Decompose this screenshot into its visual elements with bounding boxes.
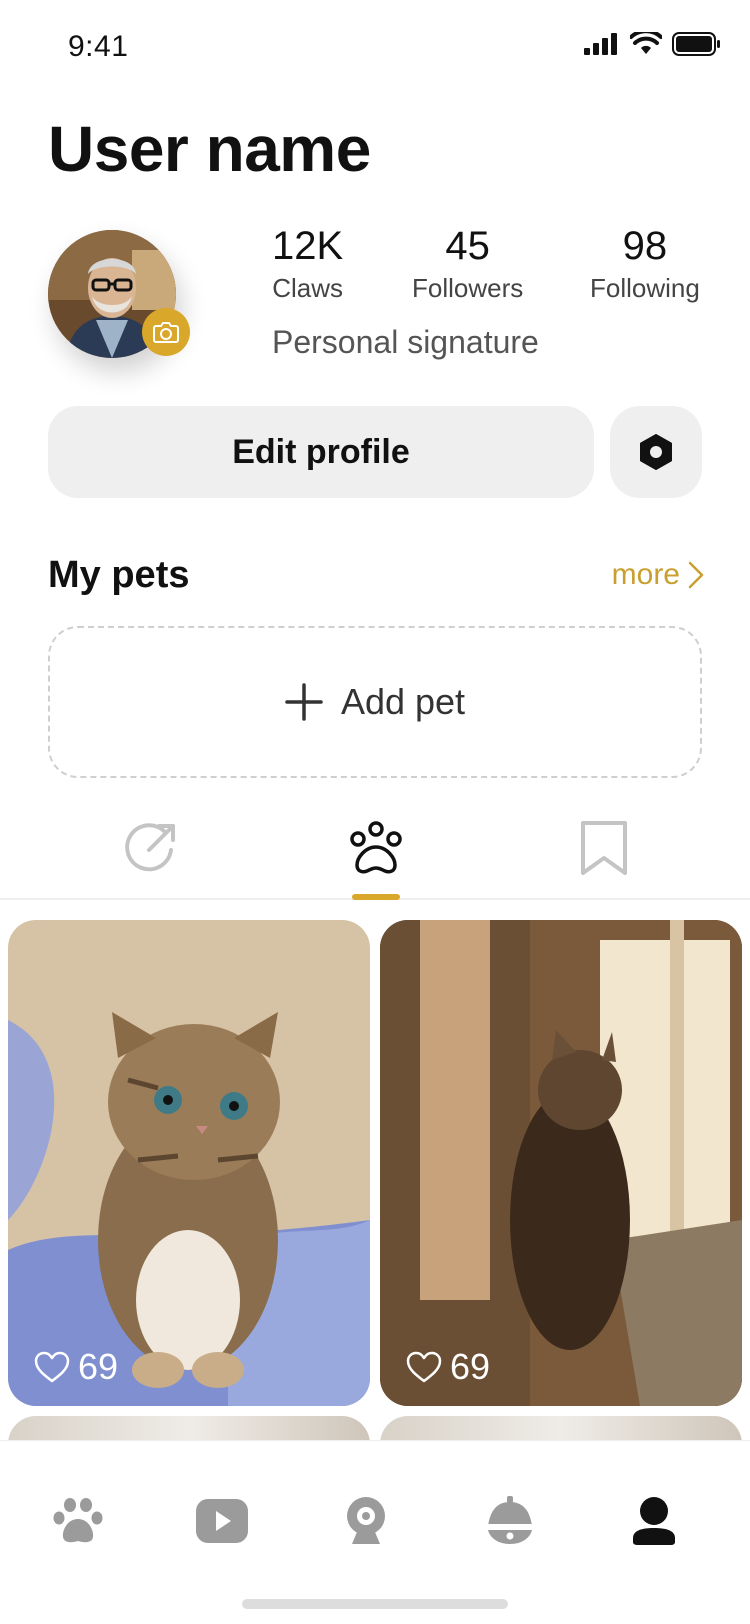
status-bar: 9:41	[0, 0, 750, 96]
signal-icon	[584, 33, 617, 55]
add-pet-label: Add pet	[340, 681, 466, 722]
nav-profile[interactable]	[624, 1491, 684, 1551]
like-count[interactable]: 69	[406, 1346, 490, 1388]
stat-label: Followers	[412, 273, 524, 303]
battery-icon	[672, 32, 720, 56]
home-indicator	[242, 1599, 508, 1609]
post-card-partial[interactable]	[8, 1416, 370, 1440]
like-count-value: 69	[78, 1346, 119, 1387]
tab-saved[interactable]	[564, 820, 644, 900]
tab-shared[interactable]	[112, 820, 192, 900]
stat-label: Claws	[272, 273, 343, 303]
posts-feed: 69 69	[0, 920, 750, 1440]
stat-value: 12K	[272, 224, 344, 268]
bell-icon	[486, 1496, 534, 1544]
stat-following[interactable]: 98 Following	[590, 224, 700, 304]
heart-icon	[406, 1351, 442, 1383]
chevron-right-icon	[688, 561, 704, 589]
post-card-partial[interactable]	[380, 1416, 742, 1440]
user-name-title: User name	[48, 113, 371, 185]
play-icon	[196, 1499, 248, 1543]
cat-by-window-photo	[380, 920, 742, 1406]
nav-pets[interactable]	[48, 1491, 108, 1551]
my-pets-title: My pets	[48, 554, 190, 596]
profile-icon	[633, 1497, 675, 1545]
kitten-on-blanket-photo	[8, 920, 370, 1406]
add-pet-button[interactable]: Add pet	[48, 626, 702, 778]
paw-icon	[53, 1498, 103, 1543]
like-count-value: 69	[450, 1346, 491, 1387]
post-card[interactable]: 69	[8, 920, 370, 1406]
stat-value: 98	[622, 224, 668, 268]
paw-icon	[350, 821, 402, 874]
stat-label: Following	[590, 273, 700, 303]
like-count[interactable]: 69	[34, 1346, 118, 1388]
plus-icon	[285, 683, 323, 721]
profile-stats: 12K Claws 45 Followers 98 Following	[272, 224, 712, 314]
post-card[interactable]: 69	[380, 920, 742, 1406]
stat-claws[interactable]: 12K Claws	[272, 224, 343, 304]
stat-value: 45	[445, 224, 490, 268]
active-tab-indicator	[352, 894, 400, 900]
share-arrow-icon	[125, 823, 175, 872]
wifi-icon	[630, 32, 662, 54]
tab-pets-posts[interactable]	[336, 820, 416, 900]
avatar-container[interactable]	[48, 230, 190, 358]
nav-bell[interactable]	[480, 1491, 540, 1551]
bottom-nav	[0, 1440, 750, 1624]
bookmark-icon	[581, 821, 627, 875]
personal-signature[interactable]: Personal signature	[272, 324, 539, 361]
stat-followers[interactable]: 45 Followers	[412, 224, 523, 304]
status-icons	[584, 32, 720, 56]
more-label: more	[611, 558, 680, 591]
camera-device-icon	[347, 1497, 385, 1544]
settings-button[interactable]	[610, 406, 702, 498]
edit-profile-button[interactable]: Edit profile	[48, 406, 594, 498]
heart-icon	[34, 1351, 70, 1383]
more-pets-link[interactable]: more	[612, 558, 704, 592]
change-avatar-button[interactable]	[142, 308, 190, 356]
camera-icon	[153, 322, 179, 343]
gear-icon	[640, 434, 672, 470]
content-tabs	[0, 820, 750, 900]
nav-camera[interactable]	[336, 1491, 396, 1551]
nav-videos[interactable]	[192, 1491, 252, 1551]
status-time: 9:41	[68, 30, 129, 63]
